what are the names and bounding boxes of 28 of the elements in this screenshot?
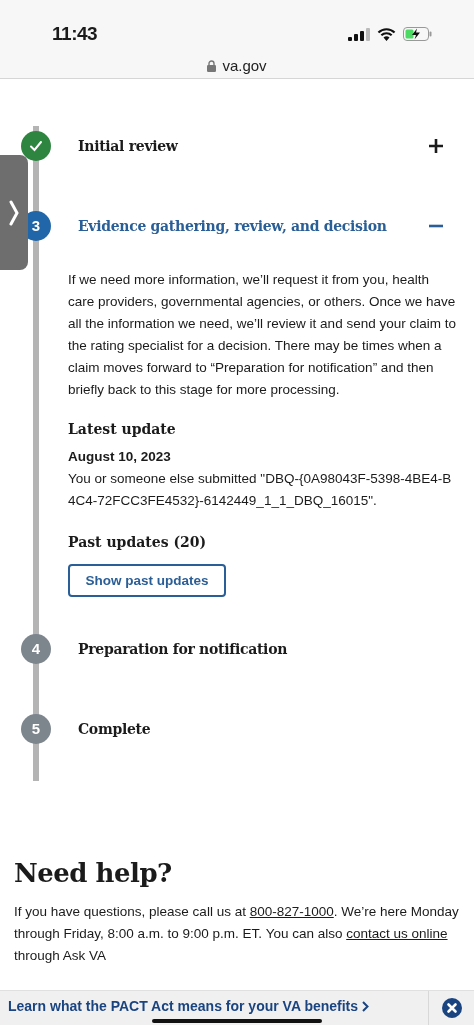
step-title: Complete: [78, 719, 152, 739]
step-title: Preparation for notification: [78, 639, 289, 659]
battery-charging-icon: [403, 27, 432, 42]
update-date: August 10, 2023: [68, 448, 172, 466]
step-description: If we need more information, we’ll request it from you, health care providers, governmental agencies, or others. Once we have all the information we need, we’ll review it and send your claim to the rating specialist for a decision. There may be times when a claim moves forward to “Preparation for notification” and then briefly back to this stage for more processing.: [68, 271, 457, 399]
close-icon[interactable]: [441, 998, 462, 1018]
help-heading: Need help?: [14, 857, 173, 890]
address-bar-url[interactable]: va.gov: [222, 54, 267, 77]
chevron-right-icon: [9, 199, 19, 226]
section-heading: Past updates (20): [68, 533, 208, 552]
wifi-icon: [377, 27, 396, 42]
help-link[interactable]: 800-827-1000: [249, 904, 334, 919]
help-link[interactable]: contact us online: [346, 926, 448, 941]
signal-icon: [348, 27, 370, 41]
update-text: You or someone else submitted "DBQ-{0A98043F-5398-4BE4-B4C4-72FCC3FE4532}-6142449_1_1_DBQ_16015".: [68, 470, 453, 510]
step-title[interactable]: Evidence gathering, review, and decision: [78, 215, 428, 237]
side-panel-tab[interactable]: [0, 155, 28, 270]
chevron-right-icon: [362, 1000, 370, 1012]
clock: 11:43: [52, 22, 98, 46]
lock-icon: [207, 59, 217, 72]
expand-plus-icon[interactable]: [428, 138, 444, 154]
step-number: 5: [21, 714, 51, 744]
section-heading: Latest update: [68, 420, 177, 439]
show-past-updates-button[interactable]: Show past updates: [68, 564, 226, 597]
banner-link[interactable]: Learn what the PACT Act means for your VA benefits: [0, 995, 428, 1021]
help-text: If you have questions, please call us at 800-827-1000. We’re here Monday through Friday, 8:00 a.m. to 9:00 p.m. ET. You can also contact us online through Ask VA: [14, 903, 460, 965]
step-title[interactable]: Initial review: [78, 135, 428, 157]
step-number: 4: [21, 634, 51, 664]
